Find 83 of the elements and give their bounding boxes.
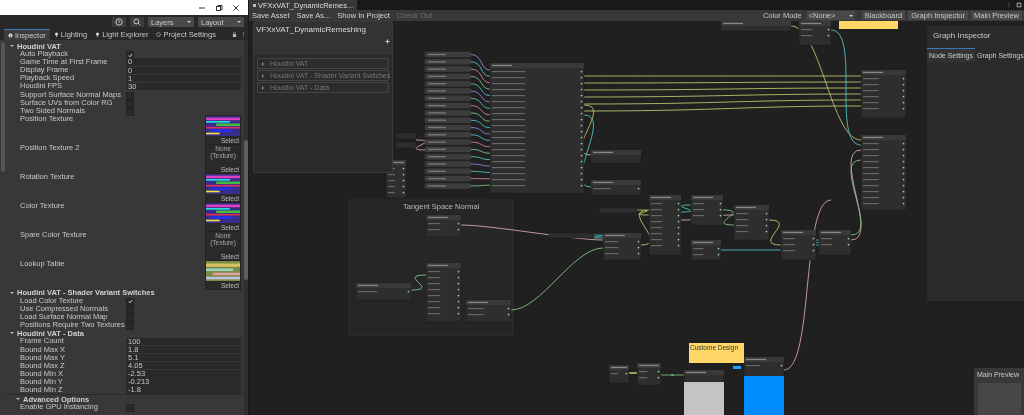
connection-wire <box>470 61 491 77</box>
property-node[interactable] <box>424 132 472 138</box>
property-node[interactable] <box>424 124 472 131</box>
history-icon[interactable] <box>112 17 126 27</box>
property-node[interactable] <box>424 95 472 101</box>
panel-title: Graph Inspector <box>932 30 992 42</box>
graph-node[interactable] <box>548 232 595 239</box>
graph-node[interactable] <box>465 299 512 323</box>
graph-node[interactable] <box>780 229 817 261</box>
graph-node[interactable] <box>598 207 638 214</box>
property-node[interactable] <box>424 73 472 80</box>
connection-wire <box>660 374 685 376</box>
property-node[interactable] <box>424 183 472 189</box>
graph-node[interactable] <box>690 239 722 261</box>
gradient-swatch <box>733 366 741 369</box>
checkbox[interactable] <box>126 297 134 306</box>
property-node[interactable] <box>424 88 472 94</box>
graph-node[interactable] <box>720 21 792 32</box>
search-icon[interactable] <box>130 17 144 27</box>
connection-wire <box>470 184 491 187</box>
graph-node[interactable] <box>395 132 417 140</box>
graph-node[interactable] <box>798 21 832 46</box>
more-icon[interactable] <box>241 31 246 38</box>
graph-node[interactable] <box>602 232 642 261</box>
connection-wire <box>470 68 491 84</box>
property-node[interactable] <box>424 168 472 174</box>
connection-wire <box>470 178 491 180</box>
connection-wire <box>470 163 491 167</box>
graph-node[interactable] <box>425 214 462 238</box>
connection-wire <box>470 170 491 173</box>
graph-node[interactable] <box>860 69 907 119</box>
sticky-note <box>839 21 898 29</box>
blackboard-title: VFXxVAT_DynamicRemeshing <box>256 25 366 34</box>
graph-node[interactable] <box>733 204 770 241</box>
property-node[interactable] <box>424 161 472 167</box>
restore-icon[interactable] <box>215 3 223 12</box>
connection-wire <box>470 54 491 71</box>
property-node[interactable] <box>424 117 472 123</box>
property-node[interactable] <box>424 175 472 182</box>
graph-node[interactable] <box>860 134 907 211</box>
gear-icon <box>156 32 162 37</box>
connection-wire <box>470 90 491 103</box>
graph-node[interactable] <box>608 364 630 384</box>
graph-node[interactable] <box>489 62 585 194</box>
light-bulb-icon <box>95 32 101 37</box>
graph-node[interactable] <box>690 194 724 226</box>
connection-wire <box>415 139 427 151</box>
connection-wire <box>470 75 491 90</box>
graph-node[interactable] <box>743 356 785 377</box>
preview-swatch <box>684 382 724 415</box>
property-node[interactable] <box>424 154 472 160</box>
connection-wire <box>470 105 491 116</box>
lock-icon[interactable] <box>232 31 237 38</box>
graph-node[interactable] <box>425 262 462 323</box>
maximize-icon[interactable] <box>1016 2 1022 8</box>
add-icon[interactable] <box>385 39 390 44</box>
property-node[interactable] <box>424 59 472 65</box>
graph-node[interactable] <box>818 229 852 256</box>
property-node[interactable] <box>424 51 472 58</box>
connection-wire <box>470 156 491 161</box>
graph-node[interactable] <box>590 179 642 196</box>
close-icon[interactable] <box>232 3 240 12</box>
property-node[interactable] <box>424 146 472 153</box>
connection-wire <box>470 112 491 122</box>
light-bulb-icon <box>53 32 59 37</box>
graph-node[interactable] <box>683 369 725 383</box>
info-icon <box>8 32 13 38</box>
graph-node[interactable] <box>355 282 412 301</box>
connection-wire <box>470 83 491 97</box>
property-node[interactable] <box>424 66 472 72</box>
graph-node[interactable] <box>590 149 642 164</box>
graph-node[interactable] <box>395 141 417 149</box>
connection-wire <box>410 274 427 291</box>
property-node[interactable] <box>424 139 472 145</box>
connection-wire <box>470 119 491 129</box>
scrollbar-thumb[interactable] <box>244 140 248 280</box>
preview-swatch <box>744 376 784 415</box>
graph-node[interactable] <box>648 194 682 256</box>
property-node[interactable] <box>424 110 472 116</box>
property-node[interactable] <box>424 81 472 87</box>
property-node[interactable] <box>424 102 472 109</box>
graph-node[interactable] <box>636 362 662 386</box>
connection-wire <box>470 97 491 109</box>
